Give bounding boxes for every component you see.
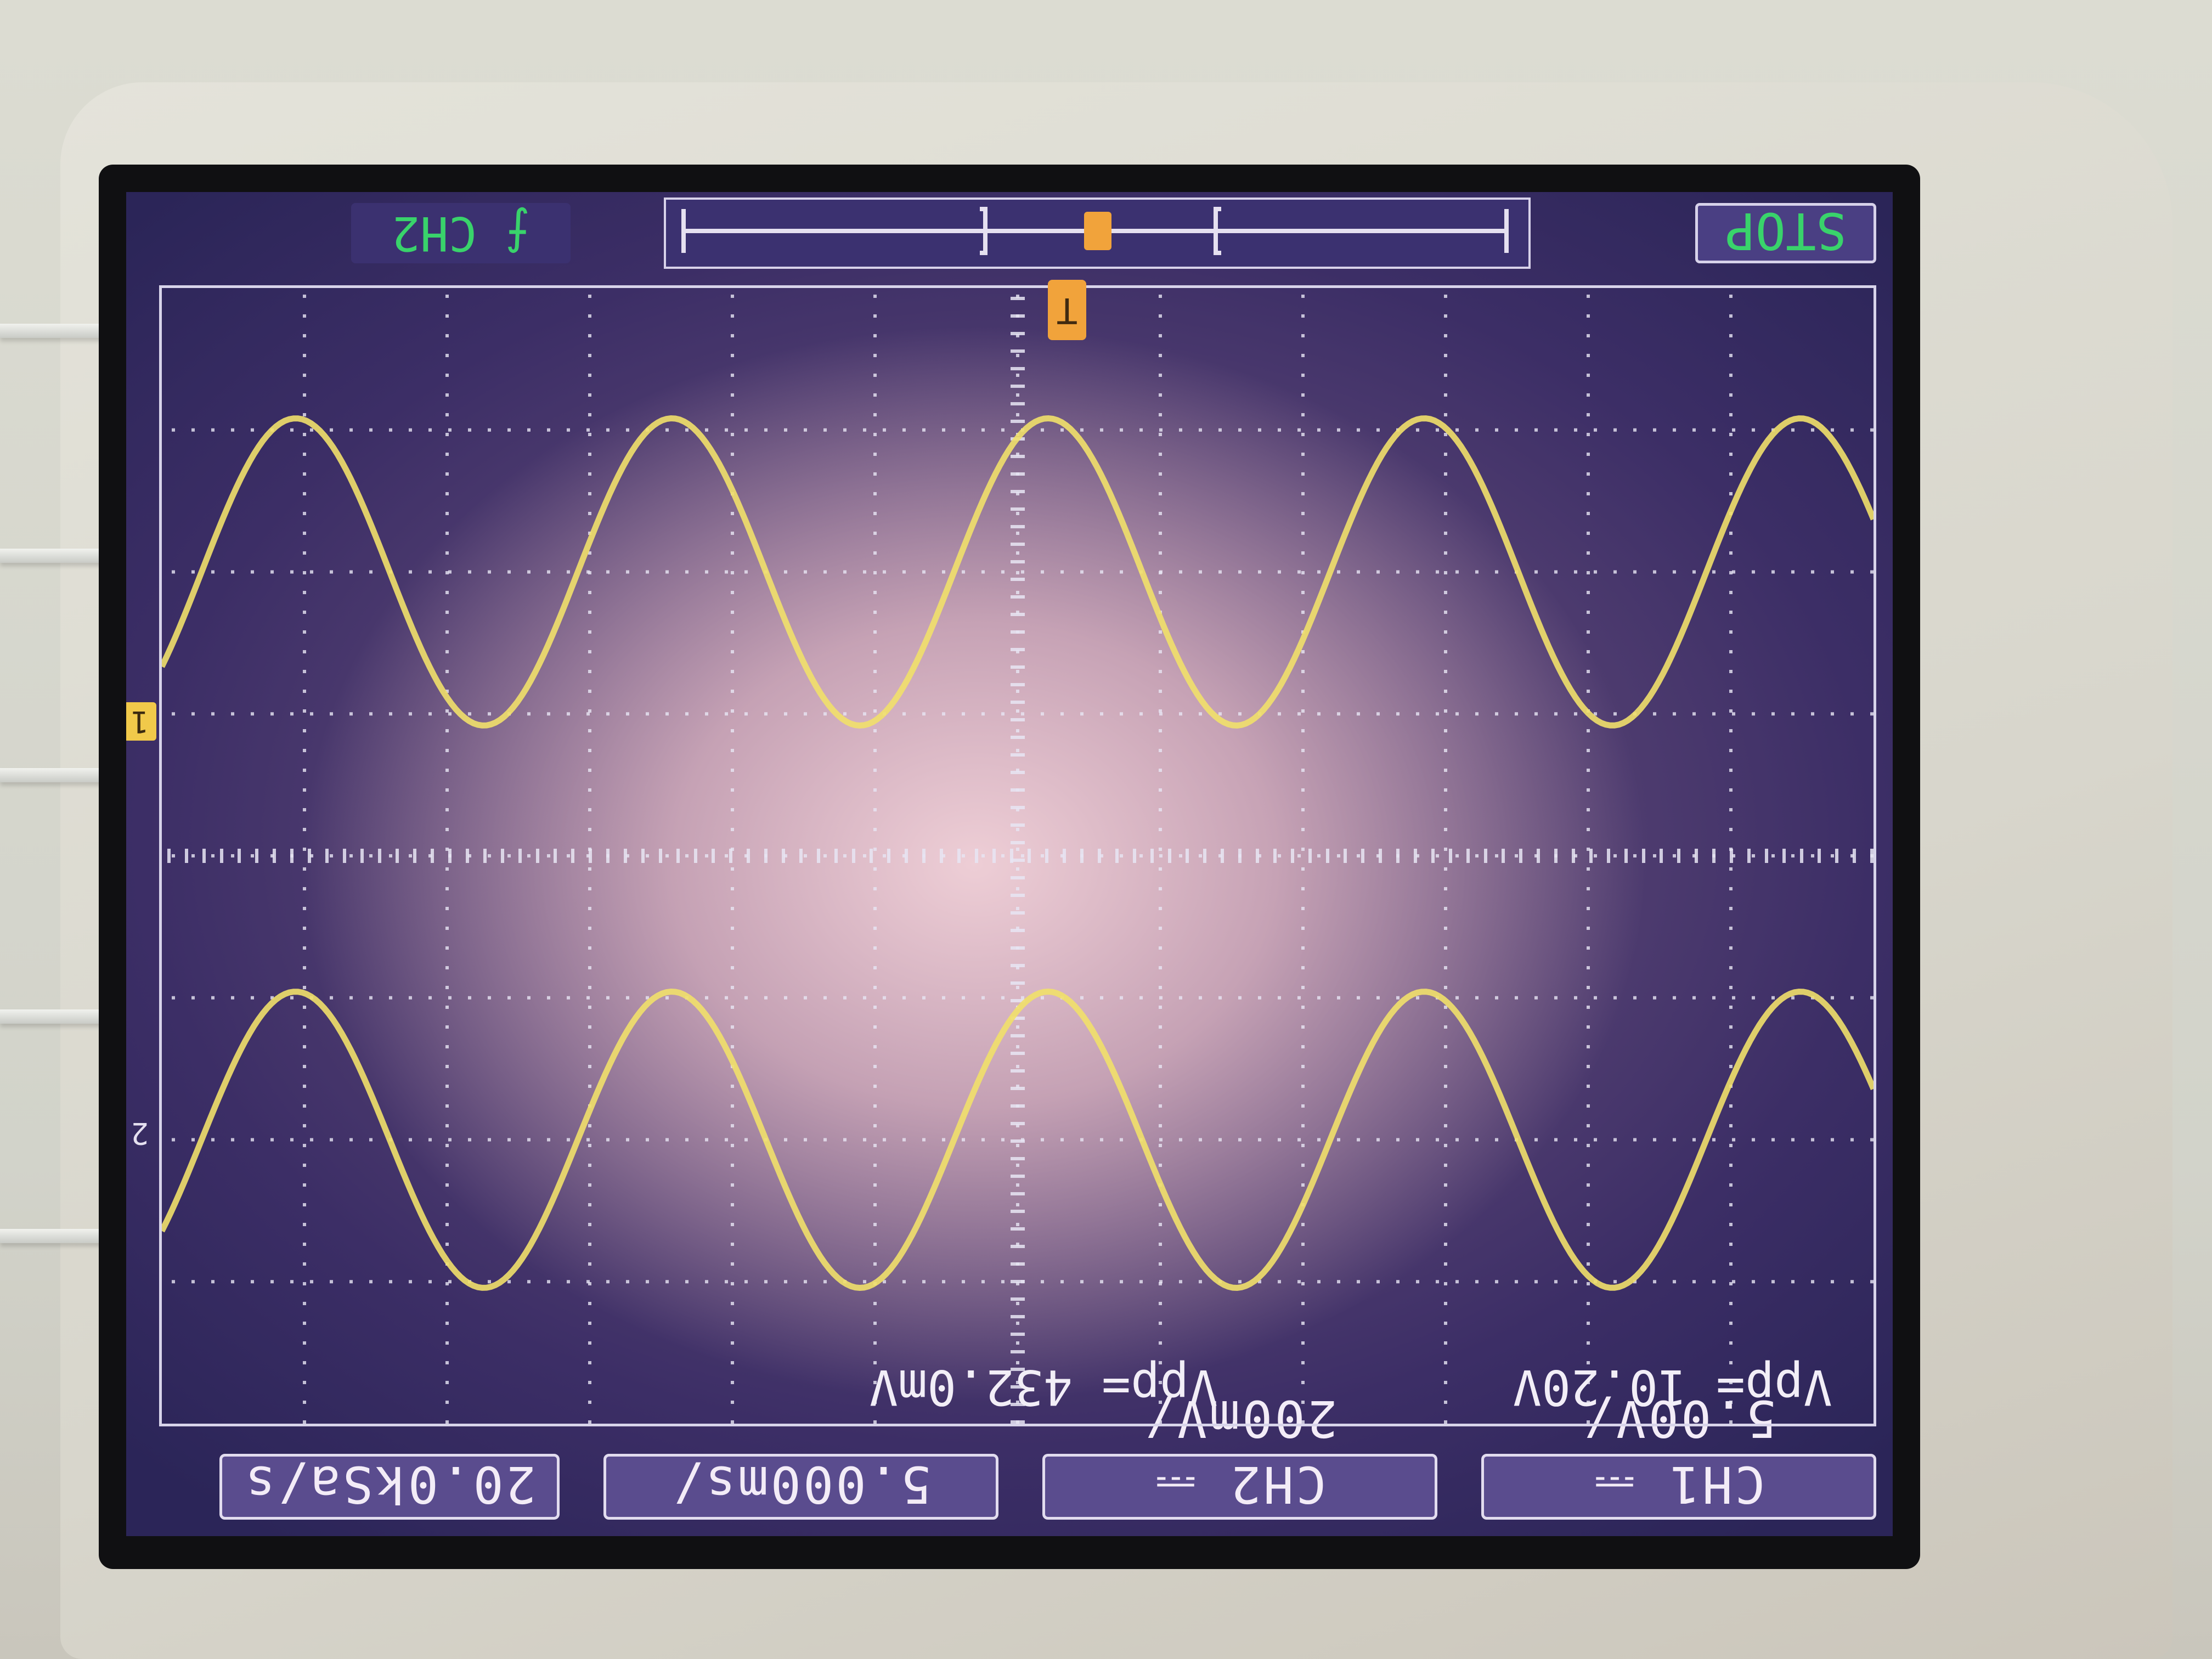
waveform-plot [162,288,1874,1424]
memory-window-icon [681,207,1509,255]
oscilloscope-screen: CH1 ⎓ 5.00V/ CH2 ⎓ 200mV/ 5.000ms/ 20.0k… [126,192,1893,1536]
sample-rate-label: 20.0kSa/s [219,1454,560,1520]
trigger-position-marker: T [1048,280,1086,340]
cable [0,549,115,563]
cable [0,324,115,338]
ch1-vpp-readout: Vpp= 10.20V [1513,1359,1832,1415]
ch1-scale-label: CH1 ⎓ 5.00V/ [1481,1389,1876,1520]
ch2-vpp-readout: Vpp= 432.0mV [869,1359,1218,1415]
ch2-level-marker: 2 [131,1116,149,1150]
cable [0,1229,115,1243]
timebase-label: 5.000ms/ [603,1454,998,1520]
status-bar: STOP ⨍ CH2 [126,192,1893,274]
waveform-grid [159,285,1876,1426]
ch1-level-marker: 1 [126,702,156,741]
measurements: Vpp= 10.20V Vpp= 432.0mV [296,1359,1832,1415]
trigger-info: ⨍ CH2 [351,203,571,263]
ch2-scale-label: CH2 ⎓ 200mV/ [1042,1389,1437,1520]
trigger-source-label: CH2 [392,206,477,261]
cable [0,1009,115,1024]
memory-position-bar [664,198,1531,269]
trigger-slope-icon: ⨍ [505,206,530,261]
run-stop-status[interactable]: STOP [1695,201,1876,263]
cable [0,768,115,782]
